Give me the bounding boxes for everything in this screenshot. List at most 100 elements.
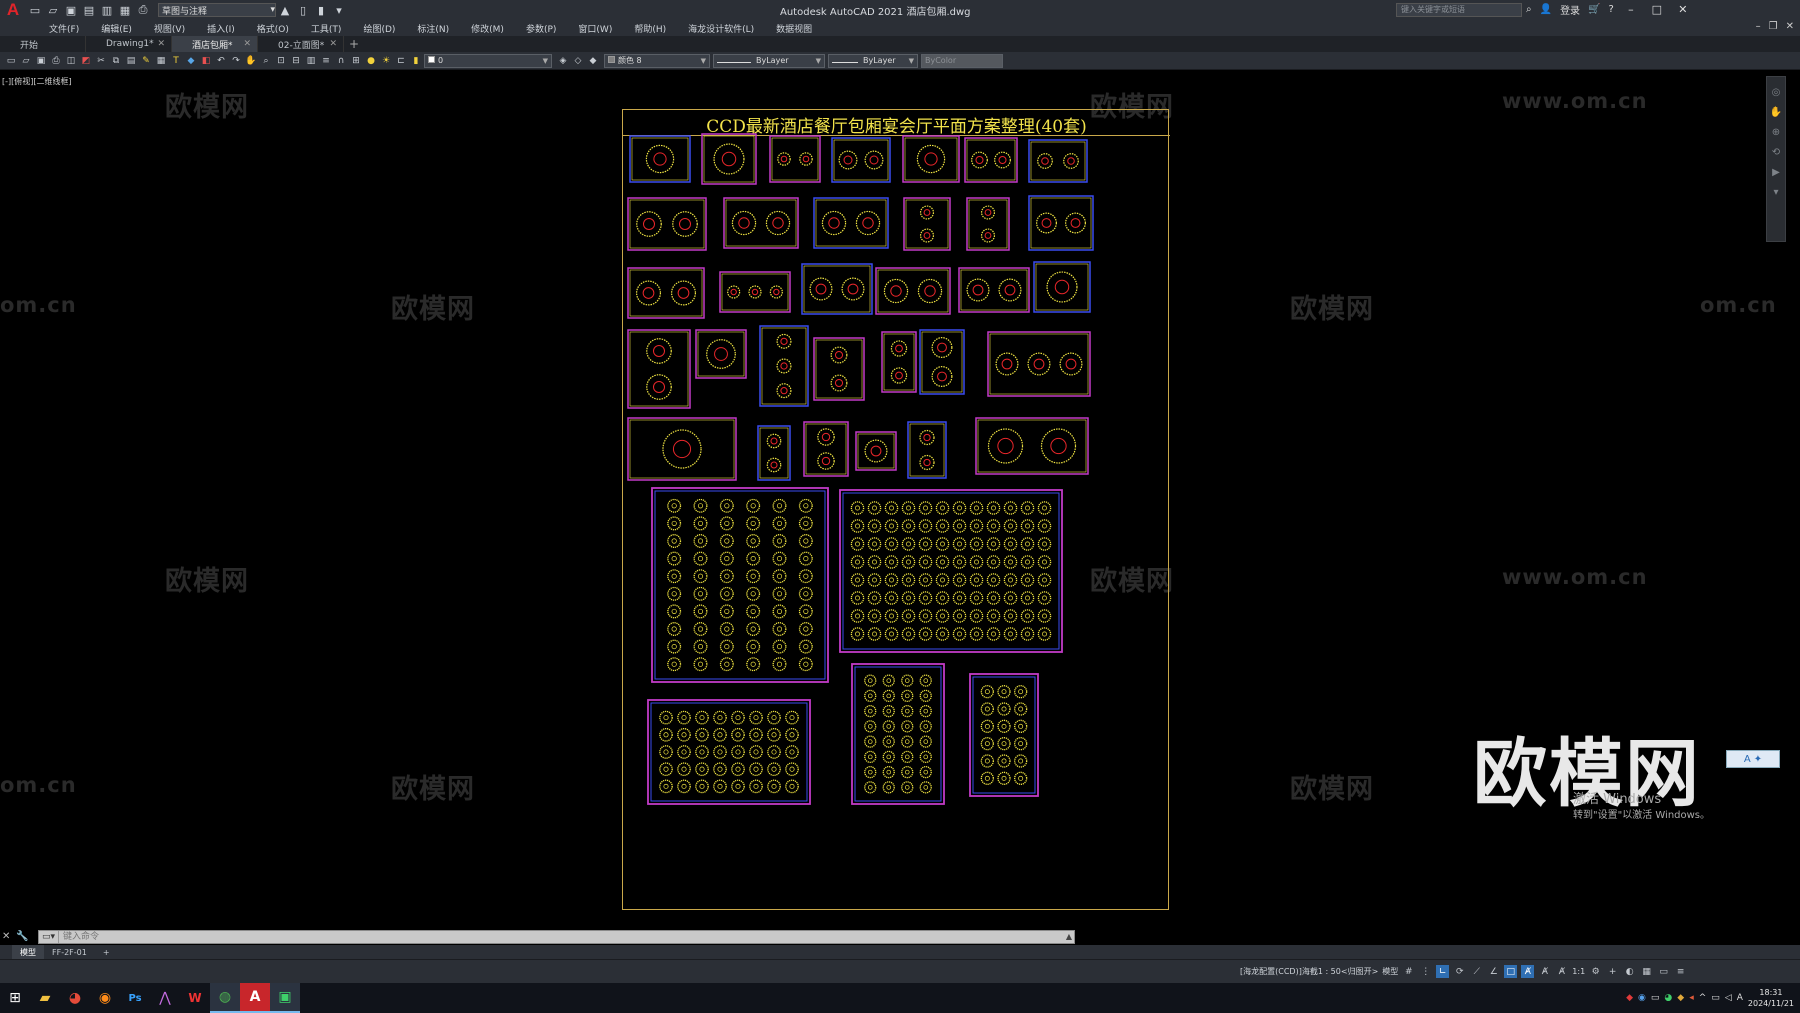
search-input[interactable]: 键入关键字或短语	[1396, 3, 1522, 17]
matchprop-icon[interactable]: ✎	[139, 54, 153, 68]
steering-wheel-icon[interactable]: ◎	[1772, 87, 1781, 98]
scroll-up-icon[interactable]: ▲	[1066, 932, 1072, 941]
open-icon[interactable]: ▱	[45, 3, 61, 17]
autoscale-icon[interactable]: Ⱥ	[1538, 965, 1551, 978]
lineweight-dropdown[interactable]: ByLayer ▼	[828, 53, 918, 68]
file-explorer-icon[interactable]: ▰	[30, 983, 60, 1013]
tab-drawing1[interactable]: Drawing1* ✕	[86, 36, 172, 52]
magnet-icon[interactable]: ∩	[334, 54, 348, 68]
isodraft-icon[interactable]: ⟋	[1470, 965, 1483, 978]
copy-icon[interactable]: ⧉	[109, 54, 123, 68]
color-dropdown[interactable]: 颜色 8 ▼	[604, 53, 710, 68]
customize-icon[interactable]: 🔧	[16, 931, 28, 942]
cut-icon[interactable]: ✂	[94, 54, 108, 68]
plot-scale-label[interactable]: [海龙配置(CCD)]海截1 : 50<归图开>	[1240, 966, 1378, 977]
paste-icon[interactable]: ▤	[124, 54, 138, 68]
dc-icon[interactable]: ◆	[184, 54, 198, 68]
minimize-button[interactable]: –	[1622, 3, 1640, 16]
app-icon[interactable]: ⋀	[150, 983, 180, 1013]
layer-freeze-icon[interactable]: ☀	[379, 54, 393, 68]
layer-previous-icon[interactable]: ◇	[571, 54, 585, 68]
save-as-icon[interactable]: ▤	[81, 3, 97, 17]
customization-icon[interactable]: ≡	[1674, 965, 1687, 978]
command-input[interactable]	[59, 931, 1049, 943]
menu-view[interactable]: 视图(V)	[143, 22, 196, 35]
isolate-objects-icon[interactable]: ◐	[1623, 965, 1636, 978]
tab-elevation[interactable]: 02-立面图* ✕	[258, 36, 344, 52]
add-tab-button[interactable]: +	[344, 36, 364, 52]
snap-icon[interactable]: ⋮	[1419, 965, 1432, 978]
firefox-icon[interactable]: ◉	[90, 983, 120, 1013]
close-icon[interactable]: ✕	[329, 39, 337, 49]
annotation-visibility-icon[interactable]: Ⱥ	[1521, 965, 1535, 978]
publish-icon[interactable]: ▦	[117, 3, 133, 17]
drawing-viewport[interactable]: [-][俯视][二维线框] 欧模网 www.om.cn 欧模网 om.cn 欧模…	[0, 71, 1800, 929]
menu-format[interactable]: 格式(O)	[246, 22, 300, 35]
browser-icon[interactable]: ◕	[60, 983, 90, 1013]
command-prompt-icon[interactable]: ▭▾	[39, 931, 59, 943]
autocad-logo[interactable]: A	[0, 0, 26, 20]
user-icon[interactable]: 👤	[1540, 4, 1552, 15]
open-tool-icon[interactable]: ▱	[19, 54, 33, 68]
layer-dropdown[interactable]: 0 ▼	[424, 53, 552, 68]
search-icon[interactable]: ⌕	[1526, 4, 1532, 15]
menu-parametric[interactable]: 参数(P)	[515, 22, 567, 35]
tool-palette-icon[interactable]: ◧	[199, 54, 213, 68]
orbit-icon[interactable]: ⟲	[1772, 147, 1780, 158]
layer-plot-icon[interactable]: ▮	[409, 54, 423, 68]
windows-start-icon[interactable]: ⊞	[0, 983, 30, 1013]
tab-start[interactable]: 开始	[0, 36, 86, 52]
autocad-task-icon[interactable]: A	[240, 983, 270, 1013]
close-icon[interactable]: ✕	[157, 39, 165, 49]
menu-hailong[interactable]: 海龙设计软件(L)	[677, 22, 765, 35]
menu-data-view[interactable]: 数据视图	[765, 22, 823, 35]
drawing-restore-button[interactable]: ❐	[1769, 21, 1778, 32]
annotation-scale-icon[interactable]: Ⱥ	[1555, 965, 1568, 978]
wps-icon[interactable]: W	[180, 983, 210, 1013]
zoom-extents-icon[interactable]: ⊕	[1772, 127, 1780, 138]
block-editor-icon[interactable]: ▦	[154, 54, 168, 68]
menu-insert[interactable]: 插入(I)	[196, 22, 246, 35]
photoshop-icon[interactable]: Ps	[120, 983, 150, 1013]
linetype-dropdown[interactable]: ByLayer ▼	[713, 53, 825, 68]
menu-modify[interactable]: 修改(M)	[460, 22, 515, 35]
make-current-layer-icon[interactable]: ◈	[556, 54, 570, 68]
tab-model[interactable]: 模型	[12, 945, 44, 959]
menu-window[interactable]: 窗口(W)	[567, 22, 623, 35]
wechat-icon[interactable]: ◕	[1664, 993, 1672, 1003]
layer-state-icon[interactable]: ⊞	[349, 54, 363, 68]
publish-tool-icon[interactable]: ◩	[79, 54, 93, 68]
ortho-icon[interactable]: ∟	[1436, 965, 1450, 978]
layer-on-icon[interactable]: ●	[364, 54, 378, 68]
zoom-realtime-icon[interactable]: ⌕	[259, 54, 273, 68]
undo-qa-icon[interactable]: ▯	[295, 3, 311, 17]
menu-edit[interactable]: 编辑(E)	[90, 22, 143, 35]
undo-icon[interactable]: ↶	[214, 54, 228, 68]
add-icon[interactable]: +	[1606, 965, 1619, 978]
drawing-close-button[interactable]: ✕	[1786, 21, 1794, 32]
clean-screen-icon[interactable]: ▭	[1657, 965, 1670, 978]
text-icon[interactable]: T	[169, 54, 183, 68]
close-button[interactable]: ✕	[1674, 3, 1692, 16]
qnew-icon[interactable]: ▭	[4, 54, 18, 68]
grid-icon[interactable]: #	[1402, 965, 1415, 978]
network-icon[interactable]: ▭	[1711, 993, 1720, 1003]
new-icon[interactable]: ▭	[27, 3, 43, 17]
tray-app-icon[interactable]: ◆	[1626, 993, 1633, 1003]
menu-draw[interactable]: 绘图(D)	[352, 22, 406, 35]
web-open-icon[interactable]: ▥	[99, 3, 115, 17]
help-icon[interactable]: ?	[1609, 4, 1614, 15]
save-tool-icon[interactable]: ▣	[34, 54, 48, 68]
pan-nav-icon[interactable]: ✋	[1770, 107, 1782, 118]
menu-help[interactable]: 帮助(H)	[623, 22, 677, 35]
share-icon[interactable]: ▲	[277, 3, 293, 17]
print-icon[interactable]: ⎙	[135, 3, 151, 17]
menu-file[interactable]: 文件(F)	[38, 22, 90, 35]
maximize-button[interactable]: □	[1648, 3, 1666, 16]
object-tracking-icon[interactable]: ∠	[1487, 965, 1500, 978]
remote-icon[interactable]: ▣	[270, 983, 300, 1013]
model-space-label[interactable]: 模型	[1382, 966, 1398, 977]
nav-settings-icon[interactable]: ▾	[1773, 187, 1778, 198]
showmotion-icon[interactable]: ▶	[1772, 167, 1780, 178]
tray-shield-icon[interactable]: ◆	[1677, 993, 1684, 1003]
